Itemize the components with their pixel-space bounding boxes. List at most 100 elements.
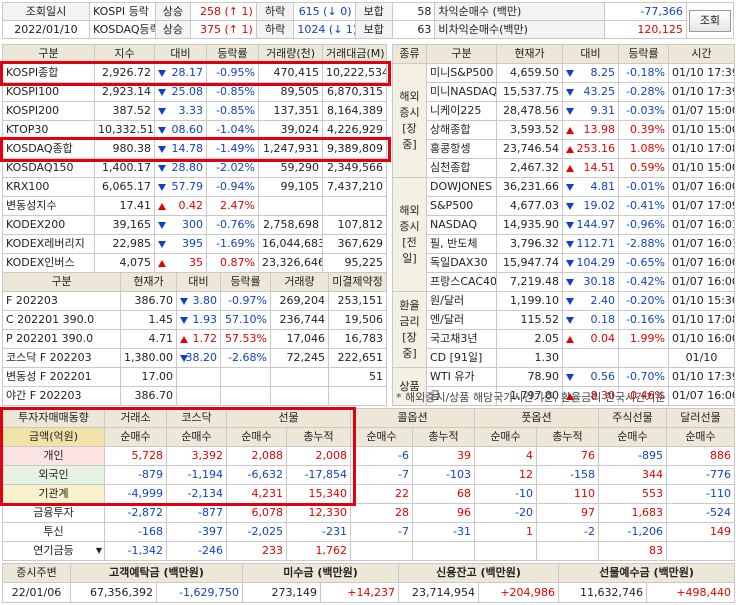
index-row[interactable]: KODEX레버리지 22,985 395 -1.69% 16,044,683 367,62…	[2, 234, 387, 254]
dropdown-icon[interactable]: ▼	[96, 543, 102, 560]
world-time: 01/10 15:30	[668, 291, 735, 311]
futures-row[interactable]: 변동성 F 202201 17.00 51	[2, 367, 387, 387]
index-row[interactable]: KTOP30 10,332.51 08.60 -1.04% 39,024 4,226,92…	[2, 120, 387, 140]
index-row[interactable]: KOSDAQ150 1,400.17 28.80 -2.02% 59,290 2,349,…	[2, 158, 387, 178]
investor-value: -877	[166, 503, 227, 523]
investor-value: 1	[474, 522, 537, 542]
world-row[interactable]: S&P500 4,677.03 19.02 -0.41% 01/07 17:09	[393, 196, 735, 216]
investor-value	[412, 541, 475, 561]
investor-value: -110	[666, 484, 735, 504]
change-value: 3.80	[192, 294, 218, 307]
change-cell: 104.29	[562, 253, 619, 273]
index-amount: 10,222,534	[322, 63, 387, 83]
change-cell: 30.18	[562, 272, 619, 292]
investor-value: -20	[474, 503, 537, 523]
futures-header-2: 대비	[176, 272, 221, 292]
futures-name: 변동성 F 202201	[2, 367, 121, 387]
world-price: 1.30	[496, 348, 563, 368]
world-row[interactable]: 상품 WTI 유가 78.90 0.56 -0.70% 01/10 17:39	[392, 367, 735, 406]
investor-row[interactable]: 금융투자 -2,872 -877 6,078 12,330 28 96 -20 97 1,683-…	[2, 503, 735, 523]
investor-name: 투신	[2, 522, 105, 542]
index-rate: -0.95%	[206, 63, 259, 83]
index-row[interactable]: KODEX인버스 4,075 35 0.87% 23,326,646 95,225	[2, 253, 387, 273]
world-row[interactable]: 필, 반도체 3,796.32 112.71 -2.88% 01/07 16:01	[393, 234, 735, 254]
index-row[interactable]: KOSPI100 2,923.14 25.08 -0.85% 89,505 6,870,3…	[2, 82, 387, 102]
unpaid-value: 273,149	[242, 582, 321, 603]
world-rate: -0.65%	[618, 253, 669, 273]
change-cell: 38.20	[176, 348, 221, 368]
investor-subheader-6: 총누적	[412, 427, 475, 447]
investor-row[interactable]: 연기금등 ▼ -1,342 -246 233 1,762 83	[2, 541, 735, 561]
world-rate: -0.18%	[618, 63, 669, 83]
index-row[interactable]: KOSDAQ종합 980.38 14.78 -1.49% 1,247,931 9,389,…	[2, 139, 387, 159]
world-row[interactable]: 독일DAX30 15,947.74 104.29 -0.65% 01/07 16:00	[393, 253, 735, 273]
world-row[interactable]: 홍콩항셍 23,746.54 253.16 1.08% 01/10 17:08	[393, 139, 735, 159]
change-cell: 0.04	[562, 329, 619, 349]
index-volume: 99,105	[258, 177, 323, 197]
world-row[interactable]: 심천종합 2,467.32 14.51 0.59% 01/10 15:00	[393, 158, 735, 178]
index-row[interactable]: KRX100 6,065.17 57.79 -0.94% 99,105 7,437,210	[2, 177, 387, 197]
world-row[interactable]: 엔/달러 115.52 0.18 -0.16% 01/10 17:08	[393, 310, 735, 330]
index-row[interactable]: KOSPI종합 2,926.72 28.17 -0.95% 470,415 10,222,…	[2, 63, 387, 83]
change-cell	[176, 386, 221, 406]
investor-row[interactable]: 기관계 -4,999 -2,134 4,231 15,340 22 68 -10 110 553-…	[2, 484, 735, 504]
kosdaq-fall: 1024 (↓ 1)	[293, 20, 356, 39]
index-amount: 9,389,809	[322, 139, 387, 159]
futures-row[interactable]: 야간 F 202203 386.70	[2, 386, 387, 406]
investor-row[interactable]: 외국인 -879 -1,194 -6,632 -17,854 -7 -103 12 -158 34…	[2, 465, 735, 485]
investor-header-3: 선물	[226, 408, 351, 428]
index-row[interactable]: 변동성지수 17.41 0.42 2.47%	[2, 196, 387, 216]
futures-volume: 269,204	[270, 291, 329, 311]
world-row[interactable]: 환율 금리 [장중] 원/달러 1,199.10 2.40 -0.20% 01/10 15…	[392, 291, 735, 368]
credit-balance-value: 23,714,954	[398, 582, 480, 603]
up-triangle-icon	[566, 146, 574, 153]
world-row[interactable]: 국고채3년 2.05 0.04 1.99% 01/10 16:00	[393, 329, 735, 349]
investor-header-0: 투자자매매동향	[2, 408, 105, 428]
index-row[interactable]: KOSPI200 387.52 3.33 -0.85% 137,351 8,164,389	[2, 101, 387, 121]
up-triangle-icon	[158, 260, 166, 267]
futures-price: 1,380.00	[120, 348, 177, 368]
change-value: 9.31	[590, 104, 616, 117]
investor-subheader-1: 순매수	[104, 427, 167, 447]
change-cell: 57.79	[154, 177, 207, 197]
futures-row[interactable]: P 202201 390.0 4.71 1.72 57.53% 17,046 16,783	[2, 329, 387, 349]
investor-value: -2	[536, 522, 599, 542]
world-rate: -0.28%	[618, 82, 669, 102]
world-row[interactable]: 상해종합 3,593.52 13.98 0.39% 01/10 15:00	[393, 120, 735, 140]
world-row[interactable]: NASDAQ 14,935.90 144.97 -0.96% 01/07 16:01	[393, 215, 735, 235]
index-name: KODEX200	[2, 215, 95, 235]
world-row[interactable]: 프랑스CAC40 7,219.48 30.18 -0.42% 01/07 16:00	[393, 272, 735, 292]
summary-bar: 조회일시 KOSPI 등락 상승 258 (↑ 1) 하락 615 (↓ 0) …	[2, 2, 735, 39]
world-row[interactable]: 니케이225 28,478.56 9.31 -0.03% 01/07 15:00	[393, 101, 735, 121]
index-volume: 470,415	[258, 63, 323, 83]
index-row[interactable]: KODEX200 39,165 300 -0.76% 2,758,698 107,812	[2, 215, 387, 235]
index-value: 387.52	[94, 101, 155, 121]
futures-row[interactable]: 코스닥 F 202203 1,380.00 38.20 -2.68% 72,245 222…	[2, 348, 387, 368]
futures-row[interactable]: F 202203 386.70 3.80 -0.97% 269,204 253,151	[2, 291, 387, 311]
query-button[interactable]: 조회	[688, 9, 731, 32]
world-row[interactable]: CD [91일] 1.30 01/10	[393, 348, 735, 368]
world-row[interactable]: 해외 증시 [전일] DOWJONES 36,231.66 4.81 -0.01% 01/…	[392, 177, 735, 292]
investor-value	[350, 541, 413, 561]
futures-deposit-change: +498,440	[646, 582, 736, 603]
change-value: 57.79	[171, 180, 204, 193]
futures-row[interactable]: C 202201 390.0 1.45 1.93 57.10% 236,744 19,50…	[2, 310, 387, 330]
futures-volume	[270, 367, 329, 387]
world-time: 01/10 16:00	[668, 329, 735, 349]
change-cell: 3.80	[176, 291, 221, 311]
world-row[interactable]: 미니NASDAQ 15,537.75 43.25 -0.28% 01/10 17:39	[393, 82, 735, 102]
up-triangle-icon	[158, 203, 166, 210]
arbitrage-label: 차익순매수 (백만)	[434, 2, 605, 21]
world-name: 미니NASDAQ	[426, 82, 497, 102]
investor-value: -31	[412, 522, 475, 542]
investor-name: 개인	[2, 446, 105, 466]
investor-row[interactable]: 투신 -168 -397 -2,025 -231 -7 -31 1 -2 -1,206 149	[2, 522, 735, 542]
world-name: 니케이225	[426, 101, 497, 121]
investor-subheader-3: 순매수	[226, 427, 287, 447]
world-time: 01/10 15:00	[668, 120, 735, 140]
world-time: 01/10 17:08	[668, 310, 735, 330]
investor-row[interactable]: 개인 5,728 3,392 2,088 2,008 -6 39 4 76 -895 886	[2, 446, 735, 466]
index-header-1: 지수	[94, 44, 155, 64]
world-row[interactable]: 해외 증시 [장중] 미니S&P500 4,659.50 8.25 -0.18% 01/1…	[392, 63, 735, 178]
change-cell: 13.98	[562, 120, 619, 140]
